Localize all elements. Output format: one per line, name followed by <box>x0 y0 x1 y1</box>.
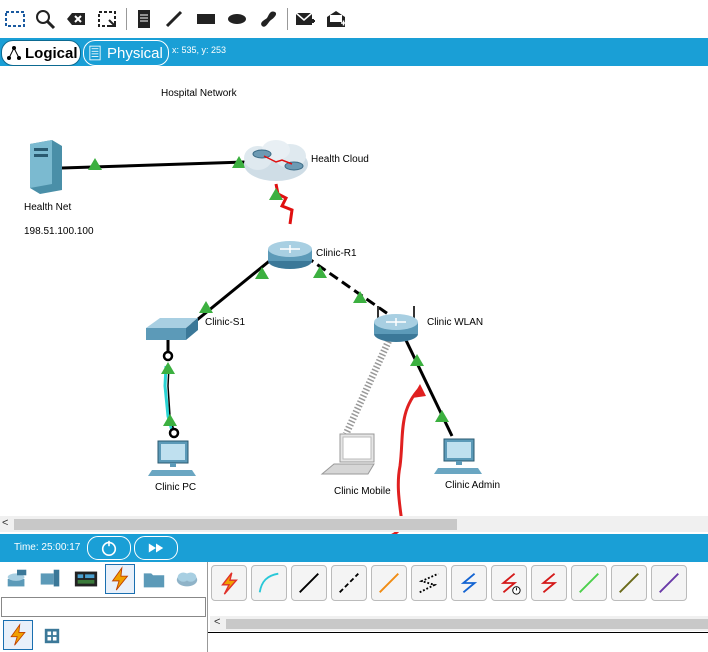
note-icon[interactable] <box>131 6 157 32</box>
components-icon[interactable] <box>72 565 100 593</box>
clinic-pc-label: Clinic PC <box>155 482 197 493</box>
console-cable-button[interactable] <box>251 565 287 601</box>
copper-straight-through-icon <box>299 573 319 593</box>
logical-tab[interactable]: Logical <box>1 40 81 66</box>
clinic-s1-label: Clinic-S1 <box>205 317 246 328</box>
automatic-cable-button[interactable] <box>211 565 247 601</box>
console-cable-icon <box>258 572 279 593</box>
delete-icon[interactable] <box>63 6 89 32</box>
power-cycle-icon <box>101 540 117 557</box>
logical-workspace-canvas[interactable]: Hospital Network Health Net 198.51.100.1… <box>0 66 708 516</box>
canvas-horizontal-scrollbar[interactable]: < <box>0 516 708 532</box>
device-type-panel: < <box>0 562 708 652</box>
workspace-mode-bar: Logical Physical x: 535, y: 253 <box>0 38 708 66</box>
cable-scrollbar-thumb[interactable] <box>226 619 708 629</box>
clinic-wlan-label: Clinic WLAN <box>427 317 484 328</box>
add-pdu-icon[interactable] <box>292 6 318 32</box>
coordinates-readout: x: 535, y: 253 <box>172 45 227 55</box>
fast-forward-icon <box>148 543 164 553</box>
scroll-left-icon[interactable]: < <box>214 616 220 628</box>
zoom-icon[interactable] <box>32 6 58 32</box>
resize-icon[interactable] <box>94 6 120 32</box>
network-title: Hospital Network <box>161 88 237 99</box>
health-net-ip-label: 198.51.100.100 <box>24 226 94 237</box>
scrollbar-thumb[interactable] <box>14 519 457 530</box>
freeform-icon[interactable] <box>255 6 281 32</box>
logical-icon <box>7 46 21 60</box>
clinic-pc-icon[interactable] <box>148 440 196 476</box>
serial-dte-cable-icon <box>540 573 558 593</box>
health-cloud-label: Health Cloud <box>311 154 369 165</box>
power-cycle-button[interactable] <box>87 536 131 560</box>
health-cloud-icon[interactable] <box>244 140 308 181</box>
connections-lightning-icon[interactable] <box>3 620 33 650</box>
multiuser-icon[interactable] <box>173 565 201 593</box>
ellipse-icon[interactable] <box>224 6 250 32</box>
misc-icon[interactable] <box>140 565 168 593</box>
usb-cable-icon <box>659 573 679 593</box>
divider <box>208 632 708 633</box>
octal-cable-button[interactable] <box>571 565 607 601</box>
topology-svg <box>30 140 482 516</box>
link-healthnet-cloud[interactable] <box>61 160 246 170</box>
add-complex-pdu-icon[interactable] <box>323 6 349 32</box>
main-toolbar <box>0 0 708 39</box>
clinic-admin-label: Clinic Admin <box>445 480 501 491</box>
coaxial-cable-button[interactable] <box>451 565 487 601</box>
serial-dce-cable-button[interactable] <box>491 565 527 601</box>
physical-label: Physical <box>107 44 163 62</box>
phone-cable-button[interactable] <box>411 565 447 601</box>
octal-cable-icon <box>579 573 599 593</box>
physical-tab[interactable]: Physical <box>83 40 169 66</box>
coaxial-cable-icon <box>460 573 478 593</box>
serial-dte-cable-button[interactable] <box>531 565 567 601</box>
network-devices-icon[interactable] <box>3 565 31 593</box>
copper-cross-over-button[interactable] <box>331 565 367 601</box>
link-router-wlan[interactable] <box>304 254 389 316</box>
iot-custom-cable-icon <box>619 573 639 593</box>
health-net-label: Health Net <box>24 202 72 213</box>
clinic-wlan-router-icon[interactable] <box>374 306 418 342</box>
select-icon[interactable] <box>2 6 28 32</box>
usb-cable-button[interactable] <box>651 565 687 601</box>
link-cloud-router-serial[interactable] <box>274 183 294 225</box>
clinic-r1-label: Clinic-R1 <box>316 248 357 259</box>
fiber-cable-button[interactable] <box>371 565 407 601</box>
clinic-mobile-laptop-icon[interactable] <box>320 433 375 475</box>
automatic-cable-icon <box>221 572 238 595</box>
fast-forward-button[interactable] <box>134 536 178 560</box>
wireless-link-mobile <box>342 336 394 436</box>
rectangle-icon[interactable] <box>193 6 219 32</box>
link-router-switch[interactable] <box>191 252 279 326</box>
physical-icon <box>89 45 101 61</box>
iot-custom-cable-button[interactable] <box>611 565 647 601</box>
logical-label: Logical <box>25 44 78 62</box>
copper-straight-through-button[interactable] <box>291 565 327 601</box>
red-annotation-arrow <box>396 384 426 516</box>
end-devices-icon[interactable] <box>36 565 64 593</box>
grid-icon[interactable] <box>38 622 66 650</box>
time-display: Time: 25:00:17 <box>14 542 81 553</box>
connections-icon[interactable] <box>105 564 135 594</box>
device-search-input[interactable] <box>1 597 206 617</box>
clinic-mobile-label: Clinic Mobile <box>334 486 391 497</box>
clinic-s1-switch-icon[interactable] <box>146 318 198 340</box>
simulation-time-bar: Time: 25:00:17 <box>0 534 708 562</box>
copper-cross-over-icon <box>339 573 359 593</box>
health-net-server-icon[interactable] <box>30 140 62 194</box>
fiber-cable-icon <box>379 573 399 593</box>
link-status-lights <box>88 156 449 426</box>
clinic-admin-pc-icon[interactable] <box>434 438 482 474</box>
clinic-r1-router-icon[interactable] <box>268 241 312 269</box>
line-icon[interactable] <box>161 6 187 32</box>
phone-cable-icon <box>418 572 439 594</box>
serial-dce-cable-icon <box>500 573 521 595</box>
cable-panel-scrollbar[interactable]: < <box>210 616 708 631</box>
scroll-left-icon[interactable]: < <box>2 517 8 529</box>
